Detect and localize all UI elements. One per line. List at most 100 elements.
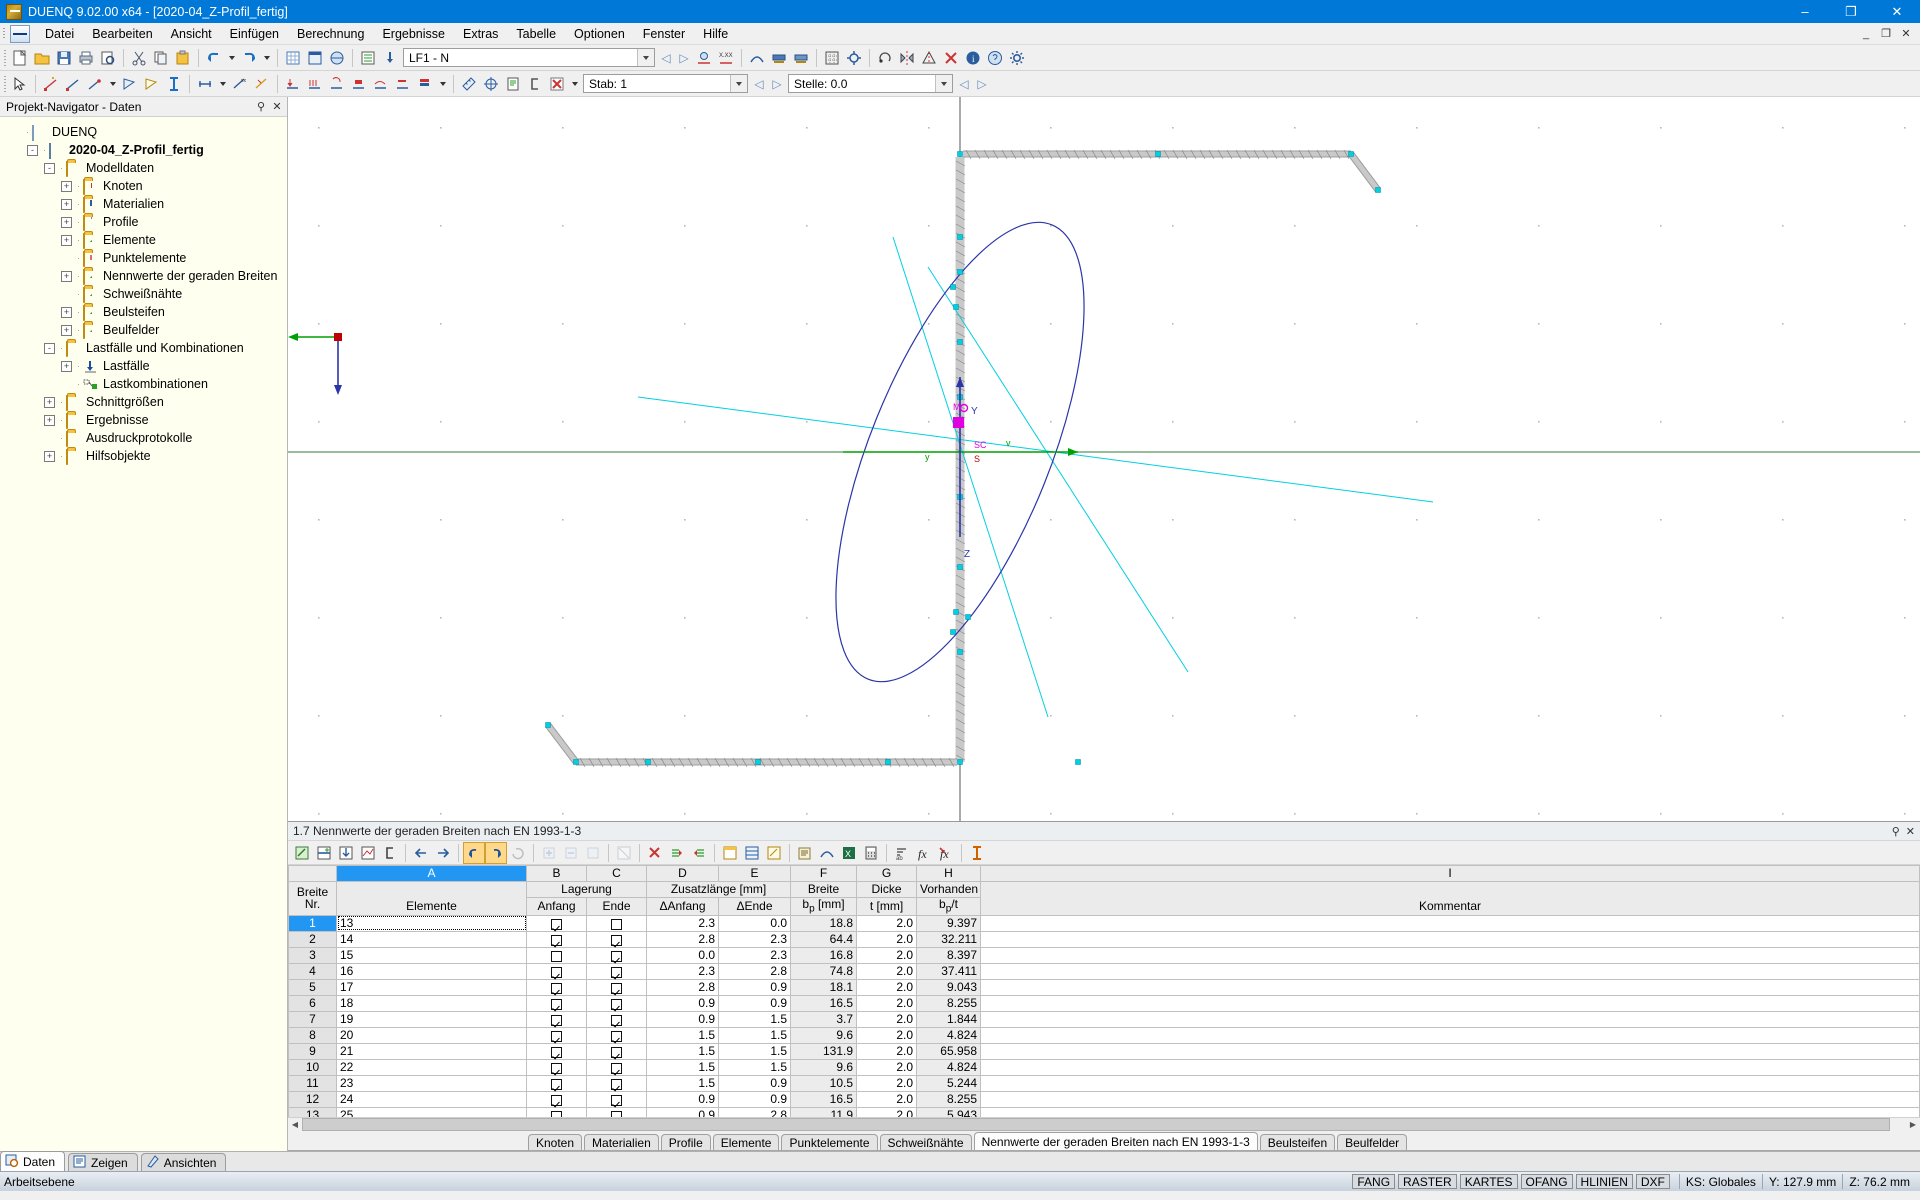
table-row[interactable]: 13 25 0.9 2.8 11.9 2.0 5.943 [288, 1106, 1920, 1117]
column-header-D[interactable]: D [646, 865, 719, 882]
support-end-icon[interactable] [141, 73, 163, 95]
cell-zusatz-ende[interactable]: 2.8 [718, 1106, 791, 1117]
tree-item-hilfsobjekte[interactable]: + · Hilfsobjekte [4, 447, 287, 465]
checkbox-checked-icon[interactable] [611, 934, 622, 946]
checkbox-checked-icon[interactable] [551, 982, 562, 994]
cell-zusatz-anfang[interactable]: 0.9 [646, 1090, 719, 1108]
new-file-icon[interactable] [9, 47, 31, 69]
column-layout-icon[interactable] [719, 842, 741, 864]
cell-kommentar[interactable] [980, 1090, 1920, 1108]
checkbox-checked-icon[interactable] [611, 1046, 622, 1058]
checkbox-checked-icon[interactable] [611, 966, 622, 978]
sheet-tab-bar[interactable]: Knoten Materialien Profile Elemente Punktele… [288, 1131, 1920, 1151]
undo-icon[interactable] [203, 47, 225, 69]
pin-icon[interactable]: ⚲ [255, 100, 267, 113]
data-grid-body[interactable]: 1 13 2.3 0.0 18.8 2.0 9.397 2 14 2.8 2.3 64.4 2.0 32.… [288, 914, 1920, 1117]
cell-dicke-t[interactable]: 2.0 [856, 978, 917, 996]
sheet-tab-schwei-n-hte[interactable]: Schweißnähte [879, 1134, 972, 1150]
row-number-cell[interactable]: 7 [288, 1010, 337, 1028]
table-row[interactable]: 4 16 2.3 2.8 74.8 2.0 37.411 [288, 962, 1920, 980]
cell-elemente[interactable]: 24 [336, 1090, 527, 1108]
cell-zusatz-anfang[interactable]: 0.9 [646, 994, 719, 1012]
cell-zusatz-anfang[interactable]: 0.9 [646, 1010, 719, 1028]
profile-icon[interactable] [163, 73, 185, 95]
cell-lagerung-ende[interactable] [586, 1042, 647, 1060]
row-number-cell[interactable]: 11 [288, 1074, 337, 1092]
delete-results-icon[interactable] [546, 73, 568, 95]
checkbox-checked-icon[interactable] [551, 1046, 562, 1058]
expand-icon[interactable]: + [61, 270, 72, 282]
cell-zusatz-anfang[interactable]: 1.5 [646, 1074, 719, 1092]
mdi-minimize-button[interactable]: _ [1856, 25, 1876, 43]
cell-lagerung-anfang[interactable] [526, 1090, 587, 1108]
menu-item-ergebnisse[interactable]: Ergebnisse [373, 24, 454, 44]
cell-dicke-t[interactable]: 2.0 [856, 1106, 917, 1117]
scroll-left-button[interactable]: ◀ [288, 1118, 302, 1131]
row-number-cell[interactable]: 6 [288, 994, 337, 1012]
insert-after-icon[interactable] [688, 842, 710, 864]
model-viewport[interactable]: Y Z y v SC S M [288, 97, 1920, 821]
column-header-F[interactable]: F [790, 865, 857, 882]
close-button[interactable]: ✕ [1874, 0, 1920, 23]
undo-dropdown-icon[interactable] [225, 47, 238, 69]
expand-icon[interactable]: + [61, 360, 72, 372]
cell-elemente[interactable]: 16 [336, 962, 527, 980]
cell-zusatz-ende[interactable]: 1.5 [718, 1010, 791, 1028]
tree-item-ausdruckprotokolle[interactable]: · Ausdruckprotokolle [4, 429, 287, 447]
cell-dicke-t[interactable]: 2.0 [856, 1026, 917, 1044]
cell-elemente[interactable]: 25 [336, 1106, 527, 1117]
tree-item-schnittgr-en[interactable]: + · Schnittgrößen [4, 393, 287, 411]
checkbox-checked-icon[interactable] [551, 1094, 562, 1106]
grid-horizontal-scrollbar[interactable]: ◀ ▶ [288, 1117, 1920, 1131]
cell-lagerung-ende[interactable] [586, 962, 647, 980]
cell-lagerung-anfang[interactable] [526, 994, 587, 1012]
move-left-icon[interactable] [410, 842, 432, 864]
printout-icon[interactable] [794, 842, 816, 864]
loadcase-combo[interactable]: LF1 - N [403, 48, 655, 67]
import-table-icon[interactable] [335, 842, 357, 864]
collapse-icon[interactable]: - [44, 162, 55, 174]
cell-elemente[interactable]: 21 [336, 1042, 527, 1060]
cell-elemente[interactable]: 19 [336, 1010, 527, 1028]
cell-lagerung-anfang[interactable] [526, 962, 587, 980]
row-number-cell[interactable]: 12 [288, 1090, 337, 1108]
status-toggle-ofang[interactable]: OFANG [1520, 1174, 1573, 1189]
calculator-icon[interactable] [860, 842, 882, 864]
expand-icon[interactable]: + [61, 234, 72, 246]
app-tab-daten[interactable]: Daten [0, 1151, 66, 1171]
loadcase-toggle-icon[interactable] [357, 47, 379, 69]
row-number-cell[interactable]: 3 [288, 946, 337, 964]
delete-selection-icon[interactable] [940, 47, 962, 69]
insert-row-icon[interactable] [313, 842, 335, 864]
cell-zusatz-ende[interactable]: 0.9 [718, 1090, 791, 1108]
cell-elemente[interactable]: 13 [336, 914, 527, 932]
redo-table-icon[interactable] [485, 841, 507, 864]
rotate-icon[interactable] [874, 47, 896, 69]
cell-zusatz-ende[interactable]: 0.9 [718, 994, 791, 1012]
delete-results-dropdown-icon[interactable] [568, 73, 581, 95]
support-reactions2-icon[interactable] [790, 47, 812, 69]
cell-zusatz-ende[interactable]: 2.3 [718, 946, 791, 964]
measure-icon[interactable] [458, 73, 480, 95]
load-line-icon[interactable] [304, 73, 326, 95]
cell-kommentar[interactable] [980, 914, 1920, 932]
cell-zusatz-anfang[interactable]: 0.9 [646, 1106, 719, 1117]
cell-zusatz-anfang[interactable]: 2.8 [646, 978, 719, 996]
mirror-axis-icon[interactable] [918, 47, 940, 69]
table-row[interactable]: 9 21 1.5 1.5 131.9 2.0 65.958 [288, 1042, 1920, 1060]
new-element-dropdown-icon[interactable] [106, 73, 119, 95]
menu-item-hilfe[interactable]: Hilfe [694, 24, 737, 44]
column-header-C[interactable]: C [586, 865, 647, 882]
chart-table-icon[interactable] [357, 842, 379, 864]
loadcase-prev-button[interactable]: ◁ [657, 48, 675, 68]
checkbox-checked-icon[interactable] [611, 1110, 622, 1117]
tree-item-materialien[interactable]: + · Materialien [4, 195, 287, 213]
menu-item-bearbeiten[interactable]: Bearbeiten [83, 24, 161, 44]
menubar-grip[interactable] [0, 23, 8, 45]
row-properties-icon[interactable] [582, 842, 604, 864]
grid-view-icon[interactable] [282, 47, 304, 69]
tree-item-punktelemente[interactable]: · Punktelemente [4, 249, 287, 267]
app-tab-zeigen[interactable]: Zeigen [68, 1153, 138, 1171]
expand-icon[interactable]: + [44, 396, 55, 408]
settings-icon[interactable] [1006, 47, 1028, 69]
